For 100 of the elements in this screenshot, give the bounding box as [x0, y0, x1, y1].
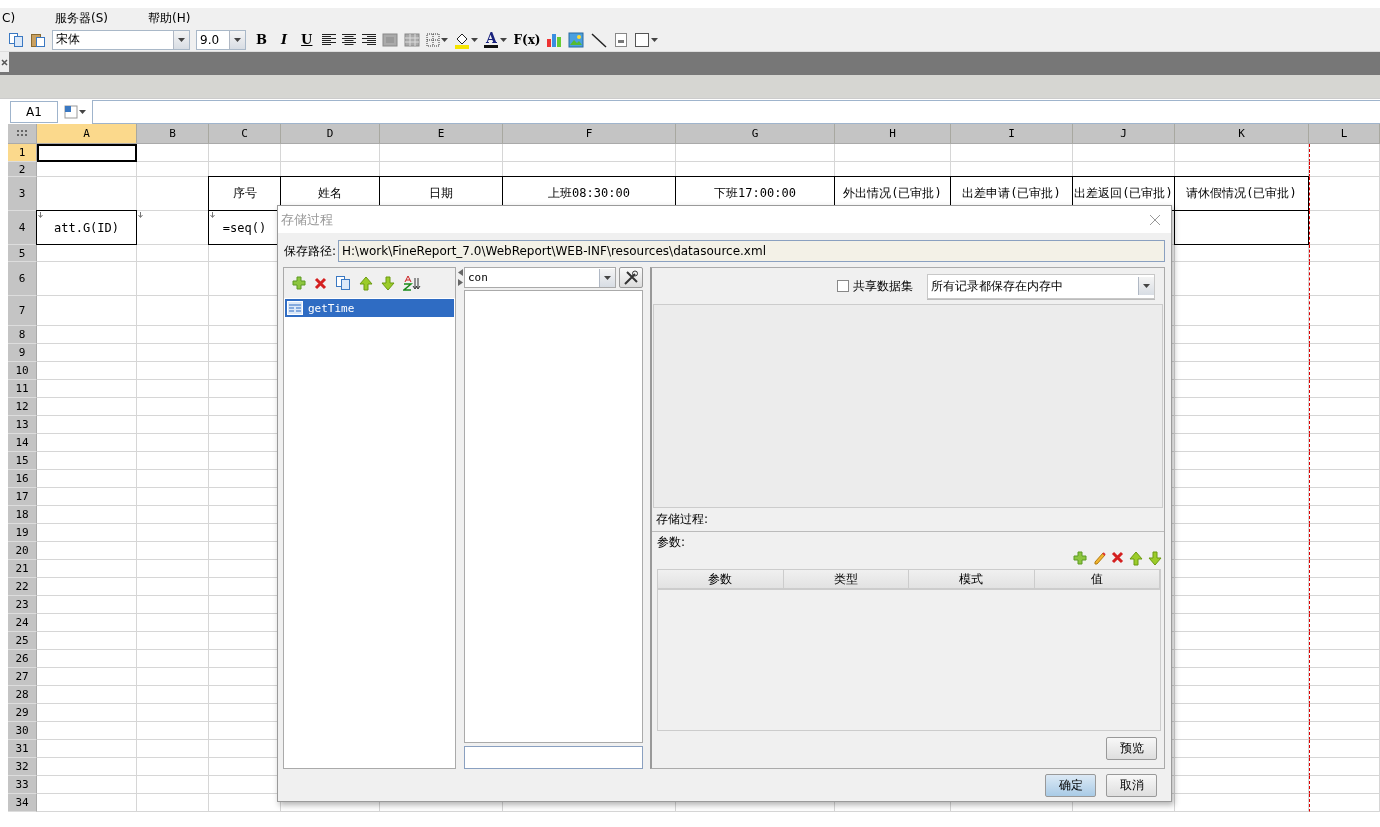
preview-button[interactable]: 预览: [1106, 737, 1157, 760]
row-header[interactable]: 14: [8, 434, 37, 452]
pencil-icon[interactable]: [1092, 551, 1106, 566]
row-header[interactable]: 24: [8, 614, 37, 632]
delete-icon[interactable]: [1111, 551, 1124, 564]
row-header[interactable]: 16: [8, 470, 37, 488]
query-area[interactable]: [653, 304, 1163, 508]
row-header[interactable]: 26: [8, 650, 37, 668]
document-tab[interactable]: [0, 52, 9, 72]
row-header[interactable]: 27: [8, 668, 37, 686]
align-right-icon[interactable]: [362, 33, 377, 46]
menu-item[interactable]: 服务器(S): [53, 9, 111, 27]
add-icon[interactable]: [292, 276, 306, 290]
row-header[interactable]: 33: [8, 776, 37, 794]
row-header[interactable]: 19: [8, 524, 37, 542]
row-header[interactable]: 8: [8, 326, 37, 344]
move-down-icon[interactable]: [381, 275, 395, 291]
row-header[interactable]: 17: [8, 488, 37, 506]
move-down-icon[interactable]: [1148, 551, 1162, 566]
share-dataset-checkbox[interactable]: 共享数据集: [837, 277, 913, 295]
menu-item[interactable]: C): [0, 11, 18, 25]
column-header[interactable]: I: [951, 124, 1073, 144]
row-header[interactable]: 11: [8, 380, 37, 398]
cell-name-field[interactable]: A1: [10, 100, 58, 123]
row-header[interactable]: 18: [8, 506, 37, 524]
slash-line-icon[interactable]: [590, 31, 609, 48]
row-header[interactable]: 3: [8, 177, 37, 211]
copy-icon[interactable]: [8, 31, 24, 48]
row-header[interactable]: 28: [8, 686, 37, 704]
paste-icon[interactable]: [30, 31, 46, 48]
search-field[interactable]: [464, 746, 643, 769]
tools-button[interactable]: [619, 267, 643, 288]
close-icon[interactable]: [1149, 213, 1161, 226]
storage-mode-select[interactable]: 所有记录都保存在内存中: [927, 273, 1155, 299]
sheet-cell[interactable]: att.G(ID): [36, 210, 137, 245]
row-header[interactable]: 5: [8, 245, 37, 262]
close-icon[interactable]: [1, 58, 8, 66]
align-left-icon[interactable]: [322, 33, 337, 46]
italic-button[interactable]: I: [277, 32, 292, 47]
underline-button[interactable]: U: [297, 32, 317, 47]
add-icon[interactable]: [1073, 551, 1087, 565]
align-center-icon[interactable]: [342, 33, 357, 46]
row-header[interactable]: 6: [8, 262, 37, 296]
row-header[interactable]: 12: [8, 398, 37, 416]
merge-cells-icon[interactable]: [382, 32, 399, 47]
column-header[interactable]: H: [835, 124, 951, 144]
copy-icon[interactable]: [335, 275, 351, 291]
delete-icon[interactable]: [314, 276, 327, 290]
select-all-corner[interactable]: [8, 124, 37, 144]
move-up-icon[interactable]: [359, 275, 373, 291]
row-header[interactable]: 2: [8, 162, 37, 177]
row-header[interactable]: 29: [8, 704, 37, 722]
row-header[interactable]: 32: [8, 758, 37, 776]
column-header[interactable]: 类型: [783, 570, 909, 588]
row-header[interactable]: 13: [8, 416, 37, 434]
sort-icon[interactable]: [403, 275, 421, 291]
path-field[interactable]: H:\work\FineReport_7.0\WebReport\WEB-INF\resources\datasource.xml: [338, 240, 1165, 262]
row-header[interactable]: 1: [8, 144, 37, 162]
ok-button[interactable]: 确定: [1045, 774, 1096, 797]
row-header[interactable]: 34: [8, 794, 37, 812]
column-header[interactable]: G: [676, 124, 835, 144]
document-icon[interactable]: [614, 31, 629, 48]
menu-item[interactable]: 帮助(H): [146, 9, 193, 27]
row-header[interactable]: 4: [8, 211, 37, 245]
row-header[interactable]: 20: [8, 542, 37, 560]
row-header[interactable]: 31: [8, 740, 37, 758]
formula-field[interactable]: [92, 99, 1380, 124]
row-header[interactable]: 15: [8, 452, 37, 470]
column-header[interactable]: E: [380, 124, 503, 144]
row-header[interactable]: 9: [8, 344, 37, 362]
move-up-icon[interactable]: [1129, 551, 1143, 566]
row-header[interactable]: 21: [8, 560, 37, 578]
column-header[interactable]: F: [503, 124, 676, 144]
row-header[interactable]: 22: [8, 578, 37, 596]
column-header[interactable]: L: [1309, 124, 1380, 144]
row-header[interactable]: 23: [8, 596, 37, 614]
column-header[interactable]: D: [281, 124, 380, 144]
font-size-select[interactable]: 9.0: [196, 29, 246, 50]
image-icon[interactable]: [568, 31, 585, 48]
procedure-item[interactable]: getTime: [285, 299, 454, 317]
font-color-button[interactable]: A: [484, 31, 508, 48]
column-header[interactable]: B: [137, 124, 209, 144]
row-header[interactable]: 7: [8, 296, 37, 326]
column-header[interactable]: K: [1175, 124, 1309, 144]
connection-select[interactable]: con: [464, 267, 616, 288]
row-header[interactable]: 30: [8, 722, 37, 740]
font-select[interactable]: 宋体: [52, 29, 190, 50]
column-header[interactable]: 参数: [658, 570, 784, 588]
bar-chart-icon[interactable]: [546, 31, 563, 48]
row-header[interactable]: 25: [8, 632, 37, 650]
sheet-cell[interactable]: 请休假情况(已审批): [1174, 176, 1309, 211]
column-header[interactable]: C: [209, 124, 281, 144]
column-header[interactable]: 模式: [909, 570, 1035, 588]
column-header[interactable]: J: [1073, 124, 1175, 144]
formula-button[interactable]: F(x): [513, 32, 541, 47]
bold-button[interactable]: B: [252, 32, 271, 47]
cancel-button[interactable]: 取消: [1106, 774, 1157, 797]
row-header[interactable]: 10: [8, 362, 37, 380]
column-header[interactable]: 值: [1034, 570, 1160, 588]
split-cells-icon[interactable]: [404, 32, 421, 47]
